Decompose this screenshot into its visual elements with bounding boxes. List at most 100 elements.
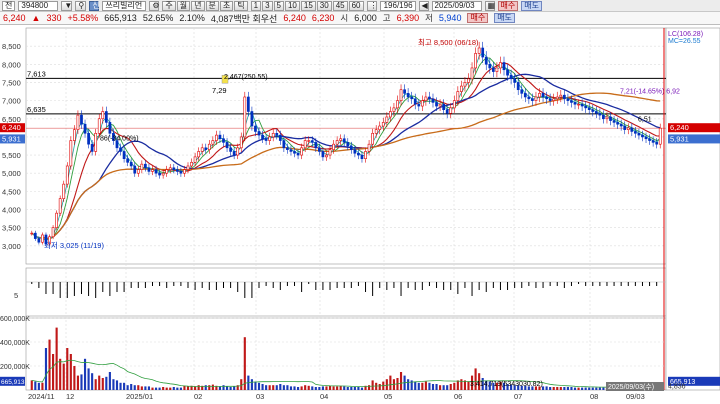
interval-button-3[interactable]: 10	[284, 0, 300, 11]
interval-button-5[interactable]: 30	[316, 0, 332, 11]
candle-body	[495, 67, 499, 72]
volume-annotation: 3,414,719(5343030.82)	[470, 381, 543, 388]
price-tick-label: 7,500	[2, 78, 21, 87]
candle-body	[506, 69, 509, 76]
tick-count-icon[interactable]: ⋮	[366, 0, 378, 11]
candle-body	[644, 136, 648, 140]
period-button-0[interactable]: 주	[162, 0, 176, 11]
volume-bar	[91, 373, 94, 390]
candle-body	[275, 132, 279, 136]
candle-body	[562, 94, 566, 100]
volume-bar	[563, 387, 566, 390]
candle-body	[641, 134, 644, 138]
search-button[interactable]: ▼	[61, 0, 73, 11]
candle-body	[360, 154, 364, 160]
quote-bar: 6,240 ▲ 330 +5.58% 665,913 52.65% 2.10% …	[0, 12, 720, 25]
volume-bar	[83, 358, 87, 390]
candle-body	[374, 129, 378, 134]
volume-bar	[556, 387, 559, 390]
volume-bar	[204, 385, 207, 390]
candle-body	[207, 143, 211, 150]
volume-bar	[378, 384, 381, 390]
data-count: 196/196	[379, 0, 416, 11]
interval-button-4[interactable]: 15	[300, 0, 316, 11]
stock-code-input[interactable]: 394800	[18, 0, 59, 11]
volume-bar	[105, 376, 108, 390]
period-button-4[interactable]: 초	[219, 0, 234, 11]
candle-body	[232, 151, 236, 156]
candle-body	[520, 89, 524, 94]
candle-body	[119, 147, 122, 152]
volume-bar	[385, 379, 388, 390]
period-button-1[interactable]: 월	[176, 0, 191, 11]
candle-body	[392, 107, 396, 112]
volume-bar	[321, 386, 324, 390]
candle-body	[122, 151, 126, 160]
volume-bar	[343, 386, 346, 390]
calendar-icon[interactable]: ▦	[484, 0, 495, 11]
magnifier-icon[interactable]: ⚲	[75, 0, 87, 11]
buy-button-2[interactable]: 매수	[467, 13, 489, 23]
volume-bar	[581, 387, 584, 390]
volume-bar	[34, 381, 37, 390]
interval-button-2[interactable]: 5	[273, 0, 284, 11]
interval-button-7[interactable]: 60	[348, 0, 364, 11]
volume-bar	[336, 386, 339, 390]
interval-button-6[interactable]: 45	[332, 0, 348, 11]
candle-body	[609, 116, 612, 121]
date-input[interactable]: 2025/09/03	[431, 0, 482, 11]
stock-chart[interactable]: 8,5008,0007,5007,0006,5006,0005,5005,000…	[0, 26, 720, 404]
prev-button[interactable]: ◀	[418, 0, 429, 11]
buy-button[interactable]: 매수	[497, 0, 519, 11]
period-button-3[interactable]: 분	[205, 0, 219, 11]
sell-button-2[interactable]: 매도	[494, 13, 515, 23]
candle-body	[33, 232, 37, 239]
volume-bar	[144, 386, 147, 390]
volume-bar	[162, 387, 165, 390]
chart-area[interactable]: 8,5008,0007,5007,0006,5006,0005,5005,000…	[0, 26, 720, 404]
volume-bar	[222, 385, 225, 390]
volume-bar	[165, 387, 168, 390]
settings-icon[interactable]: ⚙	[149, 0, 160, 11]
volume-bar	[442, 385, 445, 390]
candle-body	[435, 102, 438, 107]
candle-body	[97, 118, 101, 134]
candle-body	[403, 89, 406, 94]
price-panel	[25, 27, 667, 265]
sell-button[interactable]: 매도	[521, 0, 542, 11]
volume-bar	[30, 380, 33, 390]
candle-body	[339, 138, 343, 141]
mid-annotation-1: 7,29	[212, 86, 227, 95]
volume-bar	[407, 379, 410, 390]
candle-body	[463, 82, 467, 87]
volume-bar	[37, 382, 40, 390]
market-select[interactable]: 전	[2, 0, 16, 11]
interval-button-1[interactable]: 3	[262, 0, 273, 11]
candle-body	[357, 152, 360, 156]
volume-bar	[353, 387, 356, 390]
volume-bar	[52, 354, 55, 390]
candle-body	[83, 123, 87, 134]
candle-body	[328, 149, 332, 156]
candle-body	[555, 96, 559, 100]
volume-bar	[250, 379, 253, 390]
volume-bar	[428, 382, 431, 390]
indicator-panel	[25, 267, 667, 317]
volume-bar	[133, 385, 136, 390]
period-button-2[interactable]: 년	[191, 0, 205, 11]
new-badge[interactable]: 신	[89, 0, 100, 11]
interval-button-0[interactable]: 1	[250, 0, 262, 11]
volume-bar	[417, 382, 420, 390]
candle-body	[598, 113, 602, 116]
price-tick-label: 3,500	[2, 224, 21, 233]
period-button-5[interactable]: 틱	[234, 0, 248, 11]
candle-body	[147, 167, 151, 172]
volume-bar	[318, 387, 321, 390]
volume-bar	[360, 387, 364, 390]
candle-body	[218, 134, 222, 140]
candle-body	[222, 138, 225, 143]
lc-annotation: 7,21(-14.65%) 6,92	[620, 88, 680, 95]
volume-bar	[588, 387, 591, 390]
volume-bar	[55, 327, 58, 390]
change-rate: +5.58%	[67, 13, 99, 23]
